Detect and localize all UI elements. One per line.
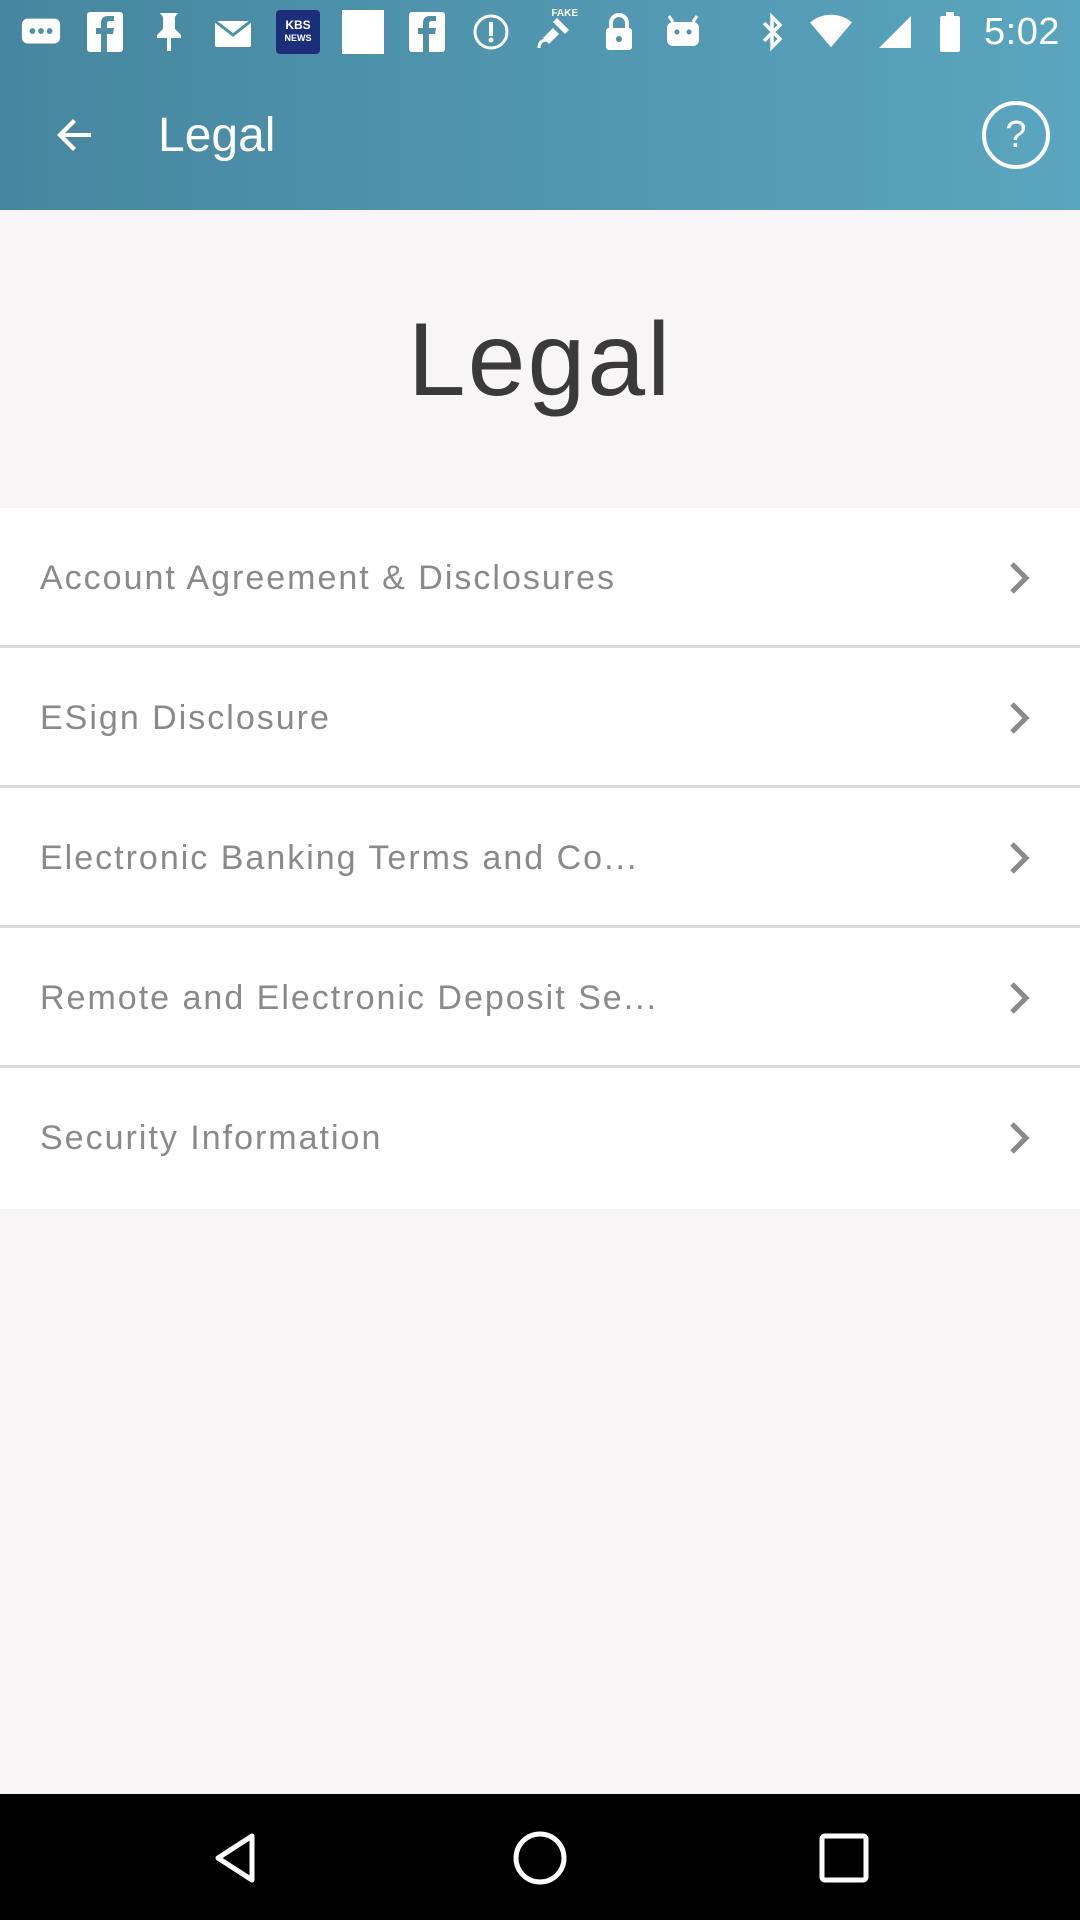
chevron-right-icon [1010,982,1030,1014]
arrow-back-icon [57,119,91,151]
signal-icon [874,12,916,52]
settings-icon [470,12,512,52]
fake-gps-icon: FAKE [534,8,578,52]
page-heading: Legal [407,302,673,418]
list-item-esign-disclosure[interactable]: ESign Disclosure [0,648,1080,788]
list-item-label: Security Information [40,1119,383,1157]
battery-icon [938,12,962,52]
chevron-right-icon [1010,702,1030,734]
help-button[interactable]: ? [982,101,1050,169]
list-item-label: Remote and Electronic Deposit Se... [40,979,659,1017]
pin-icon [148,12,190,52]
list-item-label: Account Agreement & Disclosures [40,559,617,597]
recents-square-icon[interactable] [814,1828,874,1888]
chevron-right-icon [1010,1122,1030,1154]
list-item-security-information[interactable]: Security Information [0,1068,1080,1209]
navigation-bar [0,1794,1080,1920]
chevron-right-icon [1010,562,1030,594]
android-icon [662,12,704,52]
blank-icon [342,10,384,54]
list-item-remote-deposit[interactable]: Remote and Electronic Deposit Se... [0,928,1080,1068]
facebook-icon [406,12,448,52]
legal-list: Account Agreement & Disclosures ESign Di… [0,508,1080,1209]
list-item-electronic-banking-terms[interactable]: Electronic Banking Terms and Co... [0,788,1080,928]
kbs-news-icon: KBS NEWS [276,10,320,54]
wifi-icon [810,12,853,52]
notification-icons: KBS NEWS FAKE [20,8,704,56]
toolbar-title: Legal [158,109,276,162]
fake-badge-text: FAKE [551,8,578,19]
news-badge-text: NEWS [284,33,312,43]
mail-icon [212,12,254,52]
status-bar: KBS NEWS FAKE 5:02 [0,0,1080,64]
bluetooth-icon [758,12,788,52]
kbs-badge-text: KBS [285,18,311,32]
lock-icon [598,12,640,52]
back-triangle-icon[interactable] [206,1828,266,1888]
back-button[interactable] [40,100,110,170]
list-item-label: Electronic Banking Terms and Co... [40,839,639,877]
list-item-label: ESign Disclosure [40,699,331,737]
question-mark-icon: ? [1005,113,1027,156]
system-status-icons: 5:02 [758,8,1060,56]
home-circle-icon[interactable] [510,1828,570,1888]
status-clock: 5:02 [984,10,1060,53]
facebook-icon [84,12,126,52]
messages-icon [20,12,62,52]
list-item-account-agreement[interactable]: Account Agreement & Disclosures [0,508,1080,648]
chevron-right-icon [1010,842,1030,874]
